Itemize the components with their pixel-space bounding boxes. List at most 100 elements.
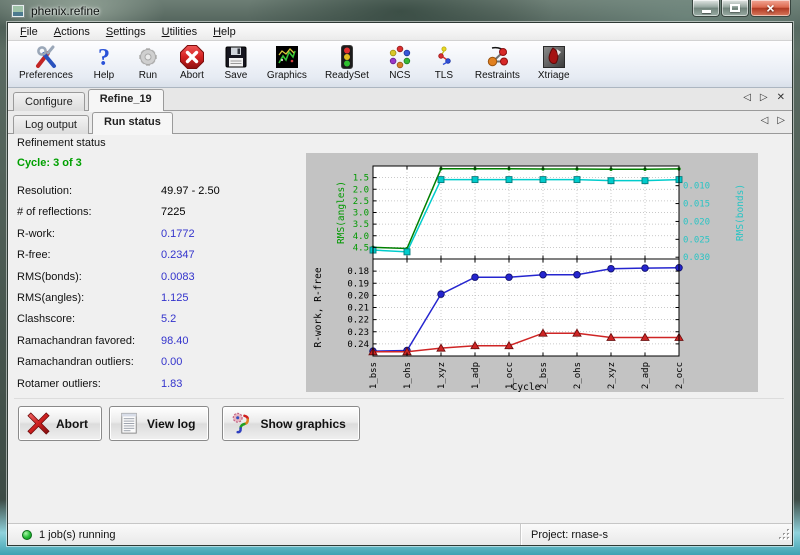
svg-text:0.19: 0.19 (347, 279, 369, 289)
job-status-cell: 1 job(s) running (8, 524, 521, 545)
maximize-icon (730, 4, 740, 12)
svg-text:0.20: 0.20 (347, 291, 369, 301)
subtab-scroll-right-button[interactable]: ▷ (777, 116, 785, 126)
toolbar-tls-button[interactable]: TLS (422, 43, 466, 82)
svg-text:0.030: 0.030 (683, 253, 710, 263)
tab-refine-19[interactable]: Refine_19 (88, 89, 164, 111)
field-row-ramachandran-outliers: Ramachandran outliers:0.00 (17, 356, 302, 368)
field-label: Rotamer outliers: (17, 378, 161, 390)
field-value: 0.2347 (161, 249, 195, 261)
button-label: Show graphics (260, 417, 345, 431)
show-graphics-button[interactable]: Show graphics (222, 406, 359, 441)
graphics-icon (274, 44, 300, 70)
toolbar-label: Xtriage (538, 70, 570, 81)
status-bar: 1 job(s) running Project: rnase-s (8, 523, 792, 545)
svg-text:0.18: 0.18 (347, 267, 369, 277)
close-button[interactable] (750, 0, 791, 17)
view-log-button[interactable]: View log (109, 406, 209, 441)
tab-configure[interactable]: Configure (13, 92, 85, 111)
minimize-button[interactable] (692, 0, 720, 17)
svg-text:2_xyz: 2_xyz (607, 362, 617, 389)
field-row-of-reflections: # of reflections:7225 (17, 206, 302, 218)
project-label: Project: rnase-s (531, 529, 608, 541)
toolbar-label: TLS (435, 70, 453, 81)
window-body: FileActionsSettingsUtilitiesHelp Prefere… (7, 22, 793, 546)
toolbar-label: Preferences (19, 70, 73, 81)
svg-text:RMS(bonds): RMS(bonds) (735, 184, 746, 241)
subtab-run-status[interactable]: Run status (92, 112, 173, 134)
field-label: RMS(bonds): (17, 271, 161, 283)
abort-icon (179, 44, 205, 70)
field-row-rotamer-outliers: Rotamer outliers:1.83 (17, 378, 302, 390)
field-label: R-free: (17, 249, 161, 261)
titlebar[interactable]: phenix.refine (0, 0, 800, 22)
field-value: 0.1772 (161, 228, 195, 240)
sub-tab-controls: ◁ ▷ (761, 116, 785, 126)
toolbar: Preferences ?Help Run AbortSaveGraphicsRead… (8, 41, 792, 88)
tab-scroll-right-button[interactable]: ▷ (760, 93, 768, 103)
svg-text:0.23: 0.23 (347, 328, 369, 338)
toolbar-preferences-button[interactable]: Preferences (10, 43, 82, 82)
field-label: R-work: (17, 228, 161, 240)
menu-settings[interactable]: Settings (98, 24, 154, 40)
tab-scroll-left-button[interactable]: ◁ (743, 93, 751, 103)
abort-x-icon (26, 411, 51, 436)
maximize-button[interactable] (721, 0, 749, 17)
menu-help[interactable]: Help (205, 24, 244, 40)
toolbar-help-button[interactable]: ?Help (82, 43, 126, 82)
field-value: 7225 (161, 206, 185, 218)
toolbar-save-button[interactable]: Save (214, 43, 258, 82)
field-row-r-work: R-work:0.1772 (17, 228, 302, 240)
field-value: 49.97 - 2.50 (161, 185, 220, 197)
svg-text:2_adp: 2_adp (641, 362, 651, 389)
svg-text:2.5: 2.5 (353, 197, 369, 207)
restraints-icon (484, 44, 510, 70)
toolbar-restraints-button[interactable]: Restraints (466, 43, 529, 82)
svg-text:2_bss: 2_bss (539, 362, 549, 389)
field-value: 98.40 (161, 335, 189, 347)
field-row-rms-bonds: RMS(bonds):0.0083 (17, 271, 302, 283)
toolbar-readyset-button[interactable]: ReadySet (316, 43, 378, 82)
svg-text:0.010: 0.010 (683, 182, 710, 192)
action-button-row: AbortView log Show graphics (18, 406, 367, 441)
help-icon: ? (91, 44, 117, 70)
sub-tab-bar: Log outputRun status ◁ ▷ (8, 111, 792, 134)
field-value: 1.125 (161, 292, 189, 304)
toolbar-graphics-button[interactable]: Graphics (258, 43, 316, 82)
svg-text:1_adp: 1_adp (471, 362, 481, 389)
toolbar-abort-button[interactable]: Abort (170, 43, 214, 82)
save-icon (223, 44, 249, 70)
toolbar-label: Run (139, 70, 157, 81)
field-label: # of reflections: (17, 206, 161, 218)
main-tab-controls: ◁ ▷ ✕ (743, 93, 785, 103)
svg-text:4.5: 4.5 (353, 243, 369, 253)
tab-close-button[interactable]: ✕ (777, 93, 785, 103)
subtab-scroll-left-button[interactable]: ◁ (761, 116, 769, 126)
section-heading: Refinement status (17, 137, 106, 149)
field-label: Ramachandran outliers: (17, 356, 161, 368)
field-row-resolution: Resolution:49.97 - 2.50 (17, 185, 302, 197)
subtab-log-output[interactable]: Log output (13, 115, 89, 134)
field-label: RMS(angles): (17, 292, 161, 304)
toolbar-ncs-button[interactable]: NCS (378, 43, 422, 82)
field-value: 1.83 (161, 378, 182, 390)
field-row-ramachandran-favored: Ramachandran favored:98.40 (17, 335, 302, 347)
field-row-clashscore: Clashscore:5.2 (17, 313, 302, 325)
abort-button[interactable]: Abort (18, 406, 102, 441)
minimize-icon (702, 10, 711, 13)
resize-grip[interactable] (778, 528, 791, 544)
svg-text:RMS(angles): RMS(angles) (336, 181, 347, 244)
svg-text:1.5: 1.5 (353, 174, 369, 184)
toolbar-run-button[interactable]: Run (126, 43, 170, 82)
field-label: Resolution: (17, 185, 161, 197)
menu-utilities[interactable]: Utilities (154, 24, 205, 40)
field-value: 5.2 (161, 313, 176, 325)
menu-actions[interactable]: Actions (46, 24, 98, 40)
menu-file[interactable]: File (12, 24, 46, 40)
svg-text:3.0: 3.0 (353, 209, 369, 219)
field-value: 0.00 (161, 356, 182, 368)
field-row-r-free: R-free:0.2347 (17, 249, 302, 261)
job-running-indicator (22, 530, 32, 540)
toolbar-xtriage-button[interactable]: Xtriage (529, 43, 579, 82)
svg-text:0.22: 0.22 (347, 316, 369, 326)
